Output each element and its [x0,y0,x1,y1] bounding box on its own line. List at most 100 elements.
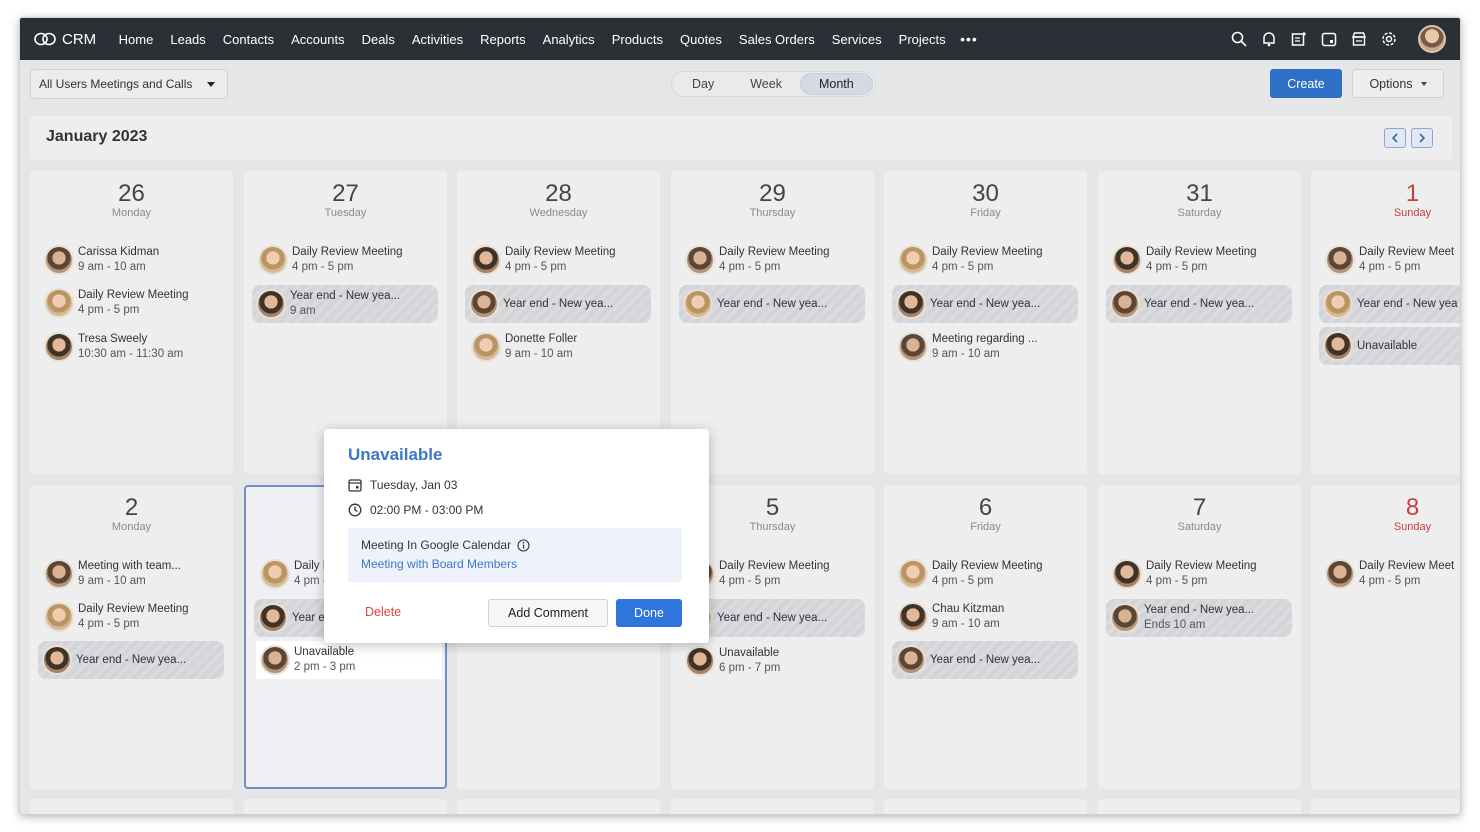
event-title: Daily Review Meeting [719,560,830,572]
nav-accounts[interactable]: Accounts [283,32,353,47]
nav-quotes[interactable]: Quotes [672,32,731,47]
day-cell[interactable] [884,799,1087,814]
view-switcher: Day Week Month [671,71,876,97]
calendar-event[interactable]: Daily Review Meet 4 pm - 5 pm [1321,241,1460,279]
calendar-event[interactable]: Daily Review Meet 4 pm - 5 pm [1321,555,1460,593]
event-time: 4 pm - 5 pm [932,575,994,587]
event-time: 9 am - 10 am [78,575,146,587]
calendar-event[interactable]: Year end - New yea... Ends 10 am [1106,599,1292,637]
avatar [896,289,926,319]
next-month-button[interactable] [1411,128,1433,148]
nav-reports[interactable]: Reports [472,32,535,47]
calendar-event[interactable]: Daily Review Meeting 4 pm - 5 pm [40,284,226,322]
calendar-event-link[interactable]: Meeting with Board Members [361,557,682,571]
calendar-event[interactable]: Tresa Sweely 10:30 am - 11:30 am [40,328,226,366]
calendar-event[interactable]: Year end - New yea... [679,285,865,323]
event-title: Daily Review Meeting [1146,560,1257,572]
calendar-event[interactable]: Chau Kitzman 9 am - 10 am [894,598,1080,636]
event-time: Ends 10 am [1144,619,1206,631]
create-button[interactable]: Create [1270,69,1342,98]
store-icon[interactable] [1350,30,1368,48]
day-cell[interactable]: 6 Friday Daily Review Meeting 4 pm - 5 pm Ch… [884,485,1087,789]
day-cell[interactable]: 1 Sunday Daily Review Meet 4 pm - 5 pm Year … [1311,171,1460,474]
calendar-event[interactable]: Daily Review Meeting 4 pm - 5 pm [467,241,653,279]
calendar-event[interactable]: Year end - New yea... [892,285,1078,323]
options-button[interactable]: Options [1352,69,1444,98]
day-cell[interactable]: 8 Sunday Daily Review Meet 4 pm - 5 pm [1311,485,1460,789]
day-cell[interactable]: 31 Saturday Daily Review Meeting 4 pm - 5 p… [1098,171,1301,474]
event-time: 9 am - 10 am [505,348,573,360]
brand[interactable]: CRM [34,31,96,48]
day-cell[interactable]: 2 Monday Meeting with team... 9 am - 10 am D… [30,485,233,789]
calendar-event[interactable]: Daily Review Meeting 4 pm - 5 pm [1108,241,1294,279]
calendar-event[interactable]: Carissa Kidman 9 am - 10 am [40,241,226,279]
day-cell[interactable] [244,799,447,814]
day-cell[interactable]: 7 Saturday Daily Review Meeting 4 pm - 5 pm… [1098,485,1301,789]
nav-leads[interactable]: Leads [162,32,214,47]
search-icon[interactable] [1230,30,1248,48]
view-week-tab[interactable]: Week [732,73,800,95]
calendar-event[interactable]: Year end - New yea... [465,285,651,323]
nav-analytics[interactable]: Analytics [534,32,603,47]
calendar-event[interactable]: Daily Review Meeting 4 pm - 5 pm [894,241,1080,279]
calendar-event[interactable]: Daily Review Meeting 4 pm - 5 pm [254,241,440,279]
calendar-event[interactable]: Year end - New yea [1319,285,1460,323]
calendar-event[interactable]: Year end - New yea... [892,641,1078,679]
event-title: Daily Review Meet [1359,560,1455,572]
event-time: 4 pm - 5 pm [1146,261,1208,273]
settings-icon[interactable] [1380,30,1398,48]
add-note-icon[interactable] [1290,30,1308,48]
calendar-event[interactable]: Donette Foller 9 am - 10 am [467,328,653,366]
delete-button[interactable]: Delete [365,605,401,619]
add-comment-button[interactable]: Add Comment [488,599,608,627]
day-cell[interactable] [1098,799,1301,814]
calendar-event[interactable]: Unavailable 6 pm - 7 pm [681,642,867,680]
user-avatar[interactable] [1418,25,1446,53]
day-cell[interactable] [1311,799,1460,814]
nav-contacts[interactable]: Contacts [214,32,282,47]
calendar-event[interactable]: Year end - New yea... 9 am [252,285,438,323]
event-title: Daily Review Meeting [932,560,1043,572]
nav-home[interactable]: Home [110,32,162,47]
view-day-tab[interactable]: Day [674,73,732,95]
calendar-event[interactable]: Daily Review Meeting 4 pm - 5 pm [1108,555,1294,593]
view-select[interactable]: All Users Meetings and Calls [30,69,228,99]
day-name: Monday [111,521,152,533]
nav-deals[interactable]: Deals [353,32,403,47]
nav-sales-orders[interactable]: Sales Orders [730,32,823,47]
done-button[interactable]: Done [616,599,682,627]
calendar-icon[interactable] [1320,30,1338,48]
calendar-event[interactable]: Daily Review Meeting 4 pm - 5 pm [894,555,1080,593]
day-cell[interactable] [30,799,233,814]
calendar-event[interactable]: Meeting with team... 9 am - 10 am [40,555,226,593]
view-month-tab[interactable]: Month [799,73,873,95]
calendar-event[interactable]: Year end - New yea... [1106,285,1292,323]
prev-month-button[interactable] [1384,128,1406,148]
calendar-event[interactable]: Daily Review Meeting 4 pm - 5 pm [681,241,867,279]
crm-logo-icon [34,32,56,46]
event-time: 4 pm - 5 pm [932,261,994,273]
calendar-event[interactable]: Daily Review Meeting 4 pm - 5 pm [40,598,226,636]
calendar-event[interactable]: Unavailable 2 pm - 3 pm [256,641,442,679]
day-cell[interactable]: 26 Monday Carissa Kidman 9 am - 10 am Daily … [30,171,233,474]
avatar [1323,289,1353,319]
nav-projects[interactable]: Projects [890,32,954,47]
avatar [1112,559,1142,589]
nav-services[interactable]: Services [823,32,890,47]
calendar-source-box: Meeting In Google Calendar Meeting with … [348,528,682,582]
nav-products[interactable]: Products [603,32,671,47]
day-number: 6 [978,494,993,521]
event-title: Chau Kitzman [932,603,1005,615]
calendar-event[interactable]: Year end - New yea... [38,641,224,679]
calendar-event[interactable]: Meeting regarding ... 9 am - 10 am [894,328,1080,366]
calendar-event[interactable]: Unavailable [1319,327,1460,365]
bell-icon[interactable] [1260,30,1278,48]
day-cell[interactable] [671,799,874,814]
day-cell[interactable]: 30 Friday Daily Review Meeting 4 pm - 5 pm Y… [884,171,1087,474]
nav-activities[interactable]: Activities [403,32,471,47]
more-icon[interactable]: ••• [960,31,978,47]
avatar [1112,245,1142,275]
event-title: Daily Review Meeting [78,603,189,615]
day-cell[interactable] [457,799,660,814]
event-time: 4 pm - 5 pm [1359,261,1421,273]
